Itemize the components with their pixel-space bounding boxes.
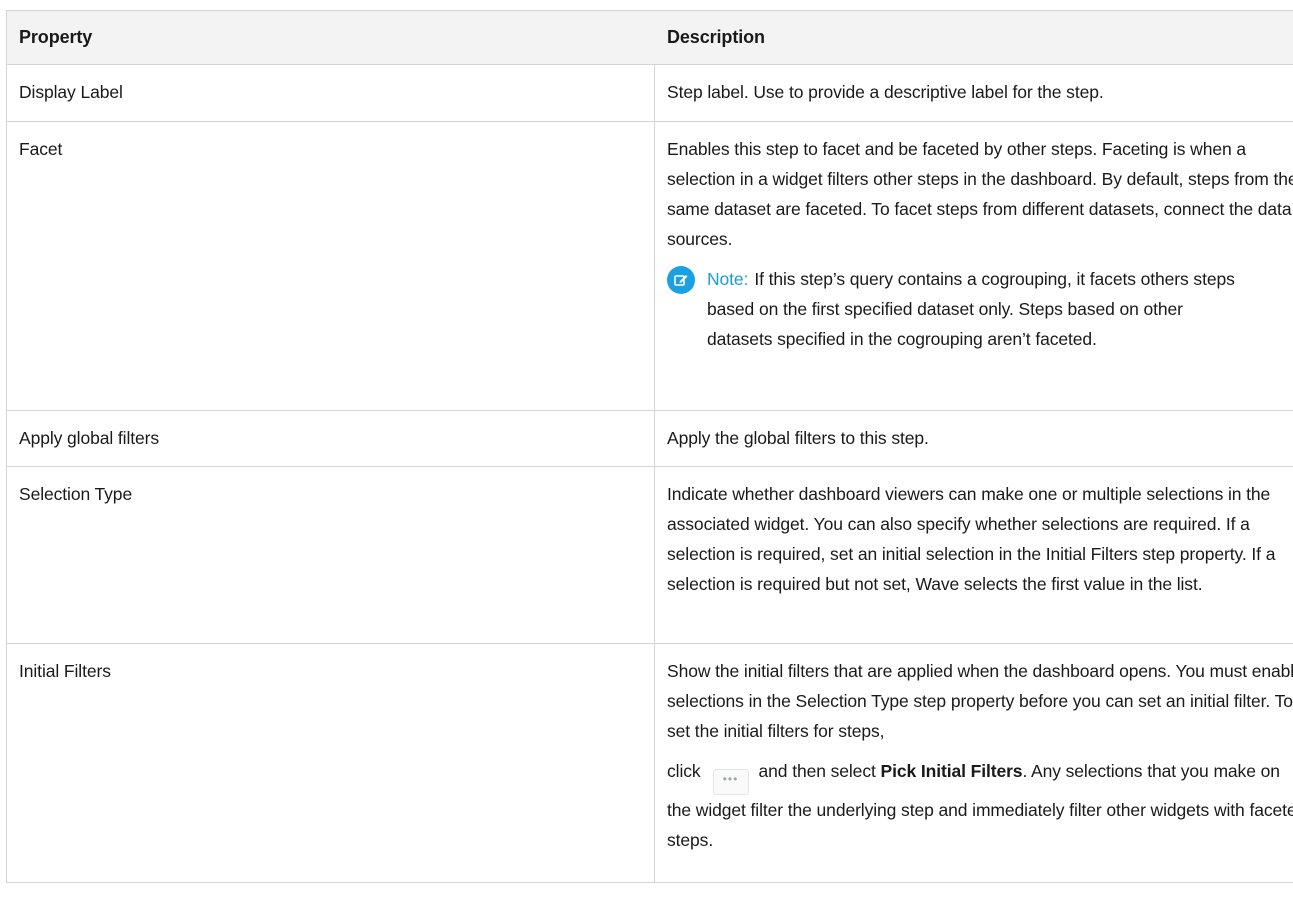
property-cell: Initial Filters xyxy=(7,644,655,882)
description-text: Enables this step to facet and be facete… xyxy=(667,139,1293,249)
pick-initial-filters-label: Pick Initial Filters xyxy=(880,761,1023,781)
description-cell: Show the initial filters that are applie… xyxy=(655,644,1293,882)
table-row: Facet Enables this step to facet and be … xyxy=(7,122,1293,411)
properties-table: Property Description Display Label Step … xyxy=(6,10,1293,883)
property-cell: Selection Type xyxy=(7,467,655,643)
property-cell: Apply global filters xyxy=(7,411,655,466)
click-prefix: click xyxy=(667,761,701,781)
more-actions-icon[interactable]: ••• xyxy=(712,769,749,795)
table-row: Initial Filters Show the initial filters… xyxy=(7,644,1293,883)
description-cell: Step label. Use to provide a descriptive… xyxy=(655,65,1293,121)
description-text: Apply the global filters to this step. xyxy=(667,428,929,448)
description-text: Show the initial filters that are applie… xyxy=(667,661,1293,741)
note-callout: Note: If this step’s query contains a cog… xyxy=(667,264,1293,354)
edit-note-icon xyxy=(667,266,695,294)
description-cell: Enables this step to facet and be facete… xyxy=(655,122,1293,410)
table-row: Display Label Step label. Use to provide… xyxy=(7,65,1293,122)
description-text: Step label. Use to provide a descriptive… xyxy=(667,82,1104,102)
click-instructions: click ••• and then select Pick Initial Fil… xyxy=(667,756,1293,855)
table-row: Selection Type Indicate whether dashboar… xyxy=(7,467,1293,644)
note-text: If this step’s query contains a cogroupi… xyxy=(707,269,1235,349)
header-description: Description xyxy=(667,27,765,47)
table-header-row: Property Description xyxy=(7,11,1293,65)
header-property: Property xyxy=(19,27,93,47)
description-cell: Indicate whether dashboard viewers can m… xyxy=(655,467,1293,643)
property-cell: Facet xyxy=(7,122,655,410)
description-cell: Apply the global filters to this step. xyxy=(655,411,1293,466)
property-cell: Display Label xyxy=(7,65,655,121)
description-text: Indicate whether dashboard viewers can m… xyxy=(667,484,1276,594)
note-body: Note: If this step’s query contains a cog… xyxy=(707,264,1237,354)
note-label: Note: xyxy=(707,269,749,289)
click-middle: and then select xyxy=(758,761,876,781)
table-row: Apply global filters Apply the global fi… xyxy=(7,411,1293,467)
